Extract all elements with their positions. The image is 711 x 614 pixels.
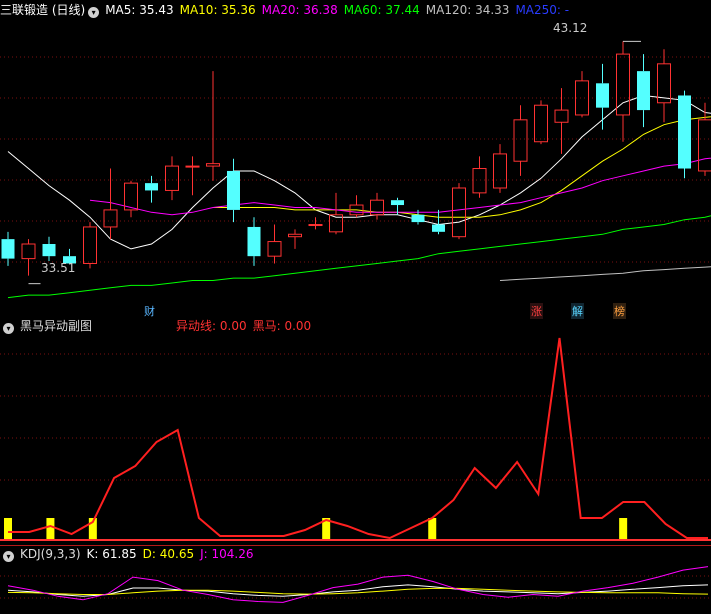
candle-body-up (165, 165, 179, 191)
candle-body-down (227, 170, 240, 210)
high-price-label: 43.12 (553, 21, 588, 35)
candle-body-up (554, 109, 569, 123)
candle-body-down (247, 226, 261, 257)
candle-body-up (124, 182, 138, 211)
indicator-chart[interactable] (0, 316, 711, 546)
candle-body-up (493, 153, 507, 189)
ma-line-ma120 (499, 266, 711, 281)
candle-body-down (1, 239, 15, 259)
candle-body-down (596, 83, 609, 108)
candle-body-down (42, 244, 56, 257)
candle-body-up (616, 53, 630, 116)
kdj-chart[interactable] (0, 546, 711, 614)
ma-line-ma5 (7, 94, 711, 250)
candle-body-down (391, 200, 404, 206)
candle-body-down (145, 183, 158, 191)
candle-body-up (267, 241, 282, 257)
candle-body-down (432, 224, 445, 232)
candle-body-up (513, 119, 528, 162)
candle-body-up (206, 163, 220, 167)
signal-bar (4, 518, 12, 539)
candle-body-up (288, 233, 302, 238)
signal-bar (46, 518, 55, 539)
price-chart[interactable] (0, 0, 711, 316)
candle-body-up (103, 209, 118, 228)
candle-body-up (575, 80, 589, 116)
candle-body-up (308, 224, 323, 227)
candle-body-up (472, 168, 487, 194)
signal-bar (428, 518, 437, 539)
candle-body-up (452, 187, 466, 238)
signal-bar (619, 518, 628, 539)
candle-body-down (678, 95, 691, 169)
low-price-label: 33.51 (41, 261, 76, 275)
candle-body-down (411, 214, 425, 223)
kdj-line-j (7, 566, 709, 603)
candle-body-up (21, 243, 36, 260)
candle-body-down (637, 71, 650, 111)
candle-body-up (83, 226, 97, 264)
candle-body-up (185, 165, 200, 168)
candle-body-up (698, 119, 711, 172)
ma-line-ma10 (213, 116, 711, 218)
candle-body-up (534, 104, 548, 143)
